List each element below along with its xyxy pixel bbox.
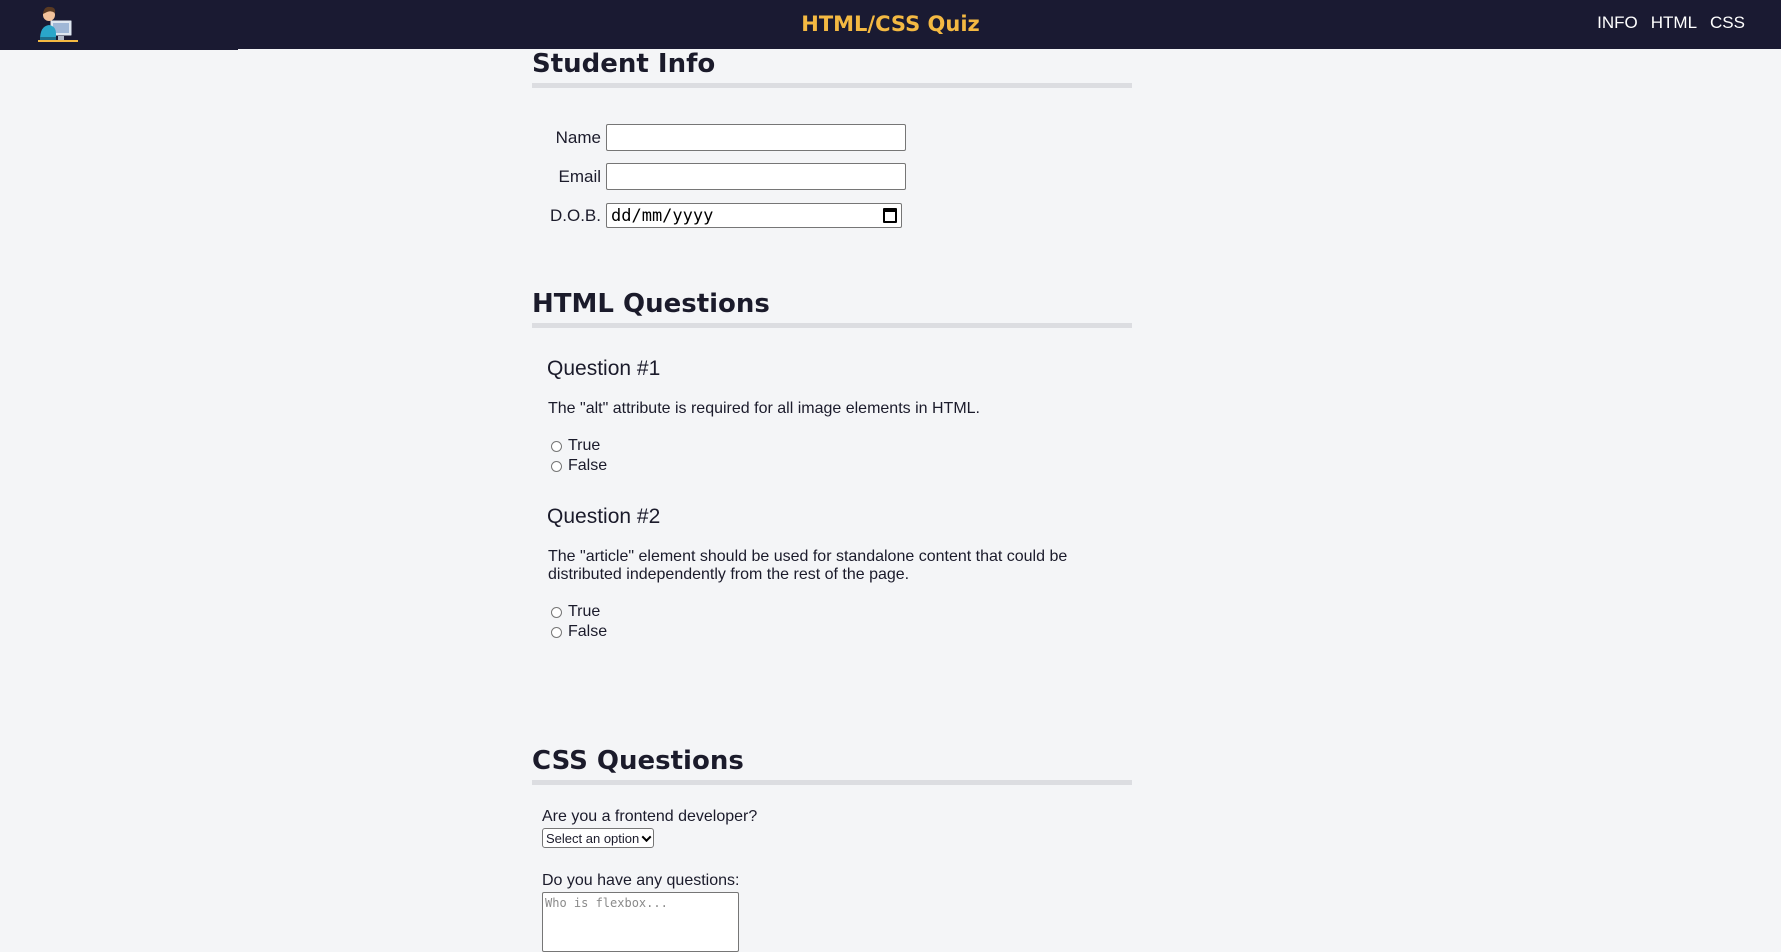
answer-options: True False bbox=[551, 602, 1132, 642]
quiz-form: Student Info Name Email D.O.B. dd/mm/yyy… bbox=[532, 49, 1132, 952]
answer-options: True False bbox=[551, 436, 1132, 476]
nav-link-html[interactable]: HTML bbox=[1651, 13, 1697, 33]
nav-link-css[interactable]: CSS bbox=[1710, 13, 1745, 33]
html-questions-title: HTML Questions bbox=[532, 289, 1132, 328]
email-row: Email bbox=[532, 157, 1132, 196]
name-row: Name bbox=[532, 118, 1132, 157]
option-false[interactable]: False bbox=[551, 456, 1132, 476]
frontend-select[interactable]: Select an option bbox=[542, 828, 655, 848]
questions-label: Do you have any questions: bbox=[542, 872, 740, 889]
dob-label: D.O.B. bbox=[549, 205, 601, 225]
frontend-question: Are you a frontend developer? Select an … bbox=[542, 808, 1132, 848]
dob-placeholder: dd/mm/yyyy bbox=[611, 205, 714, 226]
email-input[interactable] bbox=[606, 163, 906, 190]
radio-button[interactable] bbox=[551, 460, 562, 472]
question-text: The "article" element should be used for… bbox=[548, 548, 1068, 583]
chevron-down-icon bbox=[641, 831, 652, 842]
frontend-selected-value: Select an option bbox=[546, 830, 640, 846]
dob-row: D.O.B. dd/mm/yyyy bbox=[532, 196, 1132, 235]
question-title: Question #2 bbox=[547, 505, 661, 528]
calendar-icon[interactable] bbox=[883, 208, 897, 223]
name-input[interactable] bbox=[606, 124, 906, 151]
option-label: False bbox=[568, 623, 608, 640]
html-questions-section: HTML Questions Question #1 The "alt" att… bbox=[532, 289, 1132, 642]
radio-button[interactable] bbox=[551, 606, 562, 618]
option-true[interactable]: True bbox=[551, 436, 1132, 456]
question-2: Question #2 The "article" element should… bbox=[532, 505, 1132, 642]
option-label: True bbox=[568, 603, 601, 620]
option-label: True bbox=[568, 437, 601, 454]
css-questions-title: CSS Questions bbox=[532, 746, 1132, 785]
questions-question: Do you have any questions: Who is flexbo… bbox=[542, 872, 1132, 952]
css-questions-section: CSS Questions Are you a frontend develop… bbox=[532, 746, 1132, 952]
student-info-section: Student Info Name Email D.O.B. dd/mm/yyy… bbox=[532, 49, 1132, 235]
student-info-fields: Name Email D.O.B. dd/mm/yyyy bbox=[532, 118, 1132, 235]
radio-button[interactable] bbox=[551, 626, 562, 638]
questions-textarea[interactable]: Who is flexbox... bbox=[542, 892, 739, 952]
name-label: Name bbox=[555, 127, 601, 147]
dob-date-input[interactable]: dd/mm/yyyy bbox=[606, 203, 902, 228]
site-title: HTML/CSS Quiz bbox=[801, 12, 980, 36]
top-navbar: HTML/CSS Quiz INFO HTML CSS bbox=[0, 0, 1781, 50]
question-1: Question #1 The "alt" attribute is requi… bbox=[532, 357, 1132, 476]
email-label: Email bbox=[558, 166, 601, 186]
option-label: False bbox=[568, 457, 608, 474]
student-info-title: Student Info bbox=[532, 49, 1132, 88]
nav-link-info[interactable]: INFO bbox=[1597, 13, 1638, 33]
frontend-label: Are you a frontend developer? bbox=[542, 808, 758, 825]
option-false[interactable]: False bbox=[551, 622, 1132, 642]
logo-underline bbox=[0, 47, 238, 50]
radio-button[interactable] bbox=[551, 440, 562, 452]
main-nav: INFO HTML CSS bbox=[1597, 13, 1745, 33]
question-title: Question #1 bbox=[547, 357, 661, 380]
question-text: The "alt" attribute is required for all … bbox=[548, 400, 980, 417]
option-true[interactable]: True bbox=[551, 602, 1132, 622]
